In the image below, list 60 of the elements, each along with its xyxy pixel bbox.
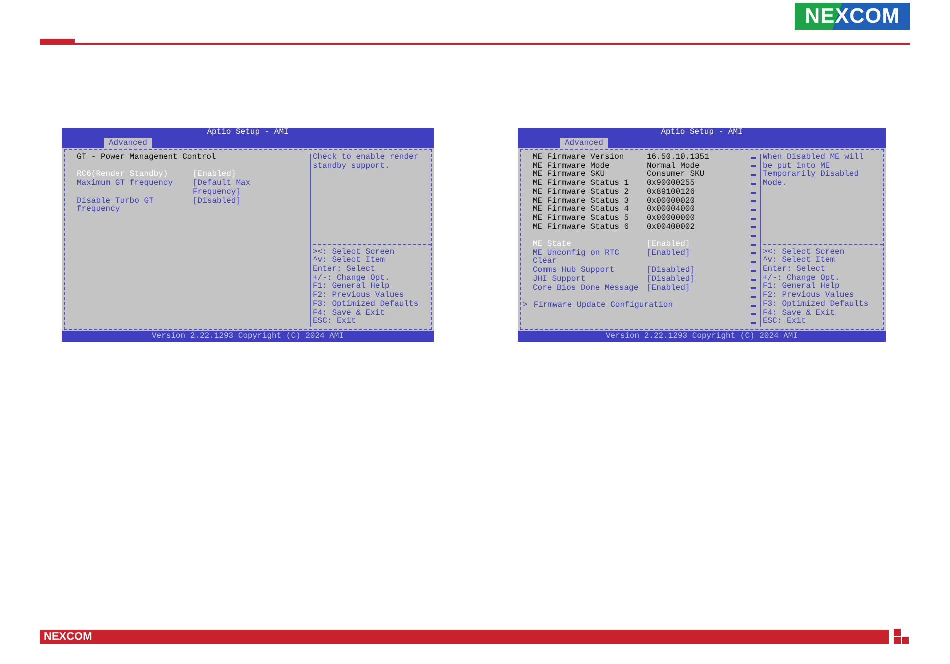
info-value: 0x00000020 (647, 198, 696, 206)
setting-value[interactable]: [Disabled] (647, 276, 707, 285)
setting-value[interactable]: [Disabled] (193, 198, 253, 215)
key-hint: F3: Optimized Defaults (763, 300, 870, 309)
key-hint: F4: Save & Exit (763, 310, 836, 318)
setting-label[interactable]: Maximum GT frequency (77, 180, 193, 198)
info-label: ME Firmware Status 4 (533, 206, 630, 214)
key-hint: ^v: Select Item (313, 257, 386, 266)
info-label: ME Firmware Status 6 (533, 224, 630, 232)
key-hint: ESC: Exit (313, 318, 358, 327)
footer-logo: NEXCOM (44, 630, 92, 642)
info-label: ME Firmware Status 3 (533, 198, 630, 206)
nexcom-logo: NEXCOM (795, 3, 910, 30)
info-label: ME Firmware Status 1 (533, 180, 630, 188)
bios-version: Version 2.22.1293 Copyright (C) 2024 AMI (518, 331, 886, 342)
setting-value[interactable]: [Disabled] (647, 267, 707, 276)
info-value: 0x89100126 (647, 188, 696, 198)
key-hint: Enter: Select (313, 266, 376, 274)
setting-label[interactable]: ME Unconfig on RTC Clear (533, 250, 641, 268)
setting-value[interactable]: [Enabled] (647, 284, 707, 294)
key-hint: F3: Optimized Defaults (313, 300, 420, 309)
bios-version: Version 2.22.1293 Copyright (C) 2024 AMI (62, 331, 434, 342)
info-value: 0x00000000 (647, 214, 696, 224)
info-label: ME Firmware Mode (533, 162, 611, 171)
key-hint: ^v: Select Item (763, 257, 836, 266)
info-value: Normal Mode (647, 162, 700, 171)
key-hint: F4: Save & Exit (313, 310, 386, 318)
setting-label[interactable]: JHI Support (533, 276, 641, 285)
key-hint: +/-: Change Opt. (763, 274, 841, 283)
key-hint: +/-: Change Opt. (313, 274, 391, 283)
key-hint: ESC: Exit (763, 318, 808, 327)
help-text: When Disabled ME will be put into ME Temporarily Disabled Mode. (763, 154, 865, 190)
setting-label[interactable]: Comms Hub Support (533, 267, 641, 276)
submenu-marker: > (523, 302, 528, 311)
info-value: 0x00400002 (647, 224, 696, 232)
squares-icon (894, 629, 910, 644)
key-hint: ><: Select Screen (313, 248, 396, 257)
info-label: ME Firmware Version (533, 154, 626, 162)
help-text: Check to enable render standby support. (313, 154, 420, 173)
info-value: 0x00004000 (647, 206, 696, 214)
key-hint: F1: General Help (313, 283, 390, 292)
section-heading: GT - Power Management Control (77, 154, 218, 163)
setting-label[interactable]: Core Bios Done Message (533, 284, 641, 294)
key-hint: F1: General Help (763, 283, 840, 292)
info-label: ME Firmware Status 2 (533, 188, 630, 197)
key-hint: F2: Previous Values (313, 292, 404, 300)
info-label: ME Firmware SKU (533, 171, 606, 180)
submenu-item[interactable]: Firmware Update Configuration (534, 302, 674, 311)
key-hint: Enter: Select (763, 266, 826, 274)
info-value: 16.50.10.1351 (647, 154, 710, 162)
info-value: 0x90000255 (647, 180, 696, 188)
info-label: ME Firmware Status 5 (533, 214, 630, 223)
bios-title: Aptio Setup - AMI (206, 129, 290, 138)
info-value: Consumer SKU (647, 171, 705, 180)
key-hint: ><: Select Screen (763, 248, 846, 257)
bios-title: Aptio Setup - AMI (660, 129, 744, 138)
key-hint: F2: Previous Values (763, 292, 854, 300)
setting-value[interactable]: [Enabled] (647, 250, 707, 268)
setting-label[interactable]: Disable Turbo GT frequency (77, 198, 193, 215)
setting-value[interactable]: [Default Max Frequency] (193, 180, 253, 198)
